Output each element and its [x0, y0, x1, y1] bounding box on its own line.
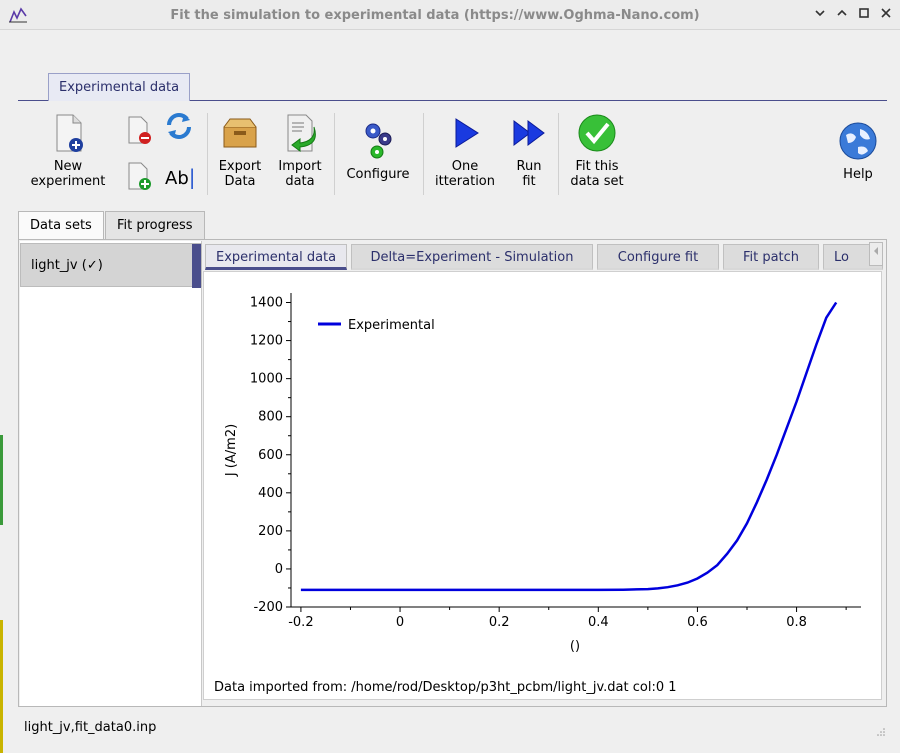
resize-grip-icon[interactable] — [876, 727, 886, 737]
new-file-icon — [56, 114, 83, 152]
x-tick-label: 0 — [396, 615, 404, 630]
background-window-edge — [0, 435, 3, 525]
close-button[interactable] — [878, 7, 894, 23]
x-tick-label: 0.6 — [687, 615, 708, 630]
legend-label: Experimental — [348, 318, 435, 333]
import-data-button[interactable]: Import data — [270, 113, 330, 189]
window-title: Fit the simulation to experimental data … — [170, 8, 700, 23]
one-iteration-label: One itteration — [434, 159, 496, 189]
x-tick-label: 0.4 — [588, 615, 609, 630]
y-tick-label: -200 — [253, 600, 283, 615]
y-tick-label: 1400 — [250, 296, 283, 311]
y-tick-label: 1000 — [250, 372, 283, 387]
background-window-edge — [0, 620, 3, 753]
toolbar-separator — [334, 113, 335, 195]
clone-file-icon[interactable] — [126, 161, 152, 191]
tab-fit-patch[interactable]: Fit patch — [723, 244, 819, 270]
chevron-up-icon — [837, 9, 847, 16]
refresh-icon[interactable] — [164, 111, 194, 141]
y-tick-label: 400 — [258, 486, 283, 501]
rename-button[interactable]: Ab| — [165, 165, 196, 189]
tab-experimental-data-plot[interactable]: Experimental data — [205, 244, 347, 270]
y-axis-label: J (A/m2) — [224, 424, 239, 477]
list-item[interactable]: light_jv (✓) — [20, 243, 202, 288]
plot-panel: -200 0 200 400 600 800 1000 1200 1400 -0.2 0 0.2 0.4… — [203, 271, 882, 700]
export-data-button[interactable]: Export Data — [210, 113, 270, 189]
x-tick-label: 0.2 — [489, 615, 510, 630]
tab-experimental-data[interactable]: Experimental data — [48, 73, 191, 101]
square-icon — [859, 8, 869, 18]
dataset-label: light_jv (✓) — [31, 258, 103, 273]
ribbon-tab-bar: Experimental data — [18, 73, 887, 101]
help-button[interactable]: Help — [833, 121, 883, 182]
inner-tab-bar: Experimental data Delta=Experiment - Sim… — [203, 242, 883, 270]
new-experiment-label: New experiment — [30, 159, 106, 189]
help-label: Help — [843, 167, 873, 182]
series-line-experimental — [300, 301, 838, 592]
new-experiment-button[interactable]: New experiment — [28, 113, 108, 189]
jv-chart[interactable]: -200 0 200 400 600 800 1000 1200 1400 -0.2 0 0.2 0.4… — [221, 287, 865, 663]
x-icon — [881, 8, 891, 18]
restore-button[interactable] — [834, 7, 850, 23]
tab-delta[interactable]: Delta=Experiment - Simulation — [351, 244, 593, 270]
rename-text-icon: Ab — [165, 168, 189, 189]
box-icon — [223, 118, 257, 148]
fit-this-data-set-button[interactable]: Fit this data set — [563, 113, 631, 189]
gears-icon — [365, 123, 392, 159]
toolbar-separator — [423, 113, 424, 195]
title-bar: Fit the simulation to experimental data … — [0, 0, 900, 30]
y-tick-label: 800 — [258, 410, 283, 425]
run-fit-button[interactable]: Run fit — [504, 113, 554, 189]
y-tick-label: 1200 — [250, 334, 283, 349]
import-data-label: Import data — [278, 159, 322, 189]
chevron-down-icon — [815, 10, 825, 17]
run-fit-label: Run fit — [516, 159, 542, 189]
tab-configure-fit[interactable]: Configure fit — [597, 244, 719, 270]
minimize-button[interactable] — [812, 7, 828, 23]
import-icon — [287, 114, 316, 152]
selection-accent — [192, 244, 201, 288]
x-axis-label: () — [570, 639, 580, 654]
configure-button[interactable]: Configure — [340, 121, 416, 182]
toolbar-separator — [558, 113, 559, 195]
y-tick-label: 600 — [258, 448, 283, 463]
play-icon — [455, 118, 479, 148]
y-tick-label: 0 — [275, 562, 283, 577]
toolbar-separator — [207, 113, 208, 195]
fast-forward-icon — [513, 120, 545, 146]
content-frame: light_jv (✓) Experimental data Delta=Exp… — [18, 239, 887, 707]
configure-label: Configure — [346, 167, 410, 182]
export-data-label: Export Data — [218, 159, 262, 189]
tab-data-sets[interactable]: Data sets — [18, 211, 104, 240]
toolbar: New experiment Ab| Export Data Import da… — [18, 105, 887, 200]
app-icon — [9, 7, 27, 23]
tab-scroll-left-button[interactable] — [869, 242, 883, 266]
delete-file-icon[interactable] — [126, 115, 152, 145]
import-note: Data imported from: /home/rod/Desktop/p3… — [214, 680, 677, 695]
dataset-list: light_jv (✓) — [20, 241, 202, 706]
tab-fit-progress[interactable]: Fit progress — [105, 211, 205, 239]
chevron-left-icon — [874, 247, 878, 255]
maximize-button[interactable] — [856, 7, 872, 23]
x-tick-label: 0.8 — [786, 615, 807, 630]
fit-this-label: Fit this data set — [570, 159, 624, 189]
y-tick-label: 200 — [258, 524, 283, 539]
globe-icon — [839, 122, 877, 160]
one-iteration-button[interactable]: One itteration — [428, 113, 502, 189]
x-tick-label: -0.2 — [288, 615, 313, 630]
status-text: light_jv,fit_data0.inp — [24, 720, 157, 735]
check-circle-icon — [578, 114, 616, 152]
